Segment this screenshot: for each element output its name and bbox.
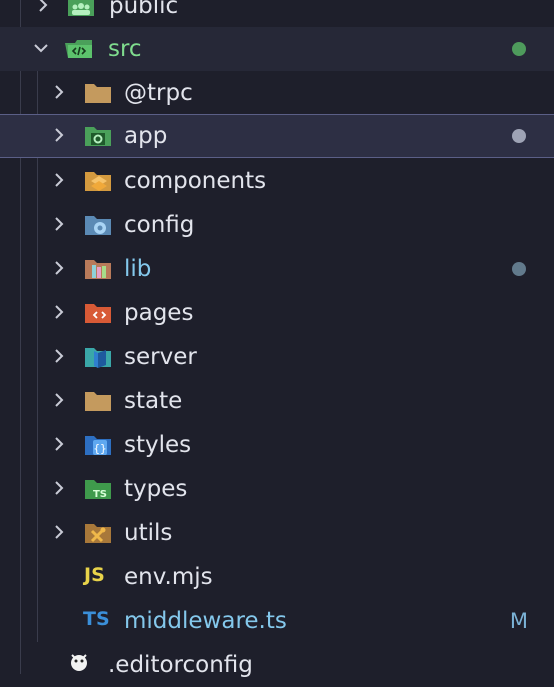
chevron-right-icon <box>55 437 64 451</box>
tree-folder-public[interactable]: public <box>0 0 554 28</box>
tree-label: utils <box>124 520 173 546</box>
folder-lib-icon <box>85 260 111 279</box>
folder-components-icon <box>85 172 111 191</box>
chevron-right-icon <box>55 217 64 231</box>
tree-label: pages <box>124 300 194 326</box>
chevron-right-icon <box>55 393 64 407</box>
chevron-right-icon <box>55 305 64 319</box>
tree-label: env.mjs <box>124 564 213 590</box>
tree-folder-app[interactable]: app <box>0 114 554 158</box>
tree-folder-trpc[interactable]: @trpc <box>0 71 554 115</box>
tree-folder-state[interactable]: state <box>0 379 554 423</box>
tree-file-editorconfig[interactable]: .editorconfig <box>0 643 554 687</box>
chevron-down-icon <box>34 44 48 53</box>
folder-icon <box>85 392 111 411</box>
tree-label: middleware.ts <box>124 608 287 634</box>
tree-folder-lib[interactable]: lib <box>0 247 554 291</box>
tree-folder-utils[interactable]: utils <box>0 511 554 555</box>
folder-icon <box>85 84 111 103</box>
svg-text:{}: {} <box>93 442 106 455</box>
chevron-right-icon <box>39 0 48 12</box>
git-modified-badge: M <box>509 609 528 633</box>
chevron-right-icon <box>55 128 64 142</box>
folder-config-icon <box>85 216 111 235</box>
typescript-file-icon: TS <box>83 608 110 630</box>
javascript-file-icon: JS <box>84 564 105 586</box>
git-status-dot <box>512 262 526 276</box>
chevron-right-icon <box>55 349 64 363</box>
tree-label: lib <box>124 256 152 282</box>
tree-label: app <box>124 123 168 149</box>
chevron-right-icon <box>55 481 64 495</box>
tree-folder-styles[interactable]: {} styles <box>0 423 554 467</box>
git-status-dot <box>512 42 526 56</box>
folder-utils-icon <box>85 524 111 543</box>
chevron-right-icon <box>55 525 64 539</box>
tree-label: .editorconfig <box>108 652 253 678</box>
folder-styles-icon: {} <box>85 436 111 455</box>
tree-folder-src[interactable]: src <box>0 27 554 71</box>
tree-label: server <box>124 344 197 370</box>
tree-label: styles <box>124 432 192 458</box>
tree-label: src <box>108 36 142 62</box>
folder-types-icon: TS <box>85 480 111 500</box>
tree-label: config <box>124 212 195 238</box>
folder-pages-icon <box>85 304 111 323</box>
tree-folder-types[interactable]: TS types <box>0 467 554 511</box>
folder-app-icon <box>85 127 111 146</box>
tree-folder-config[interactable]: config <box>0 203 554 247</box>
tree-file-middleware[interactable]: TS middleware.ts M <box>0 599 554 643</box>
folder-public-icon <box>68 0 94 16</box>
chevron-right-icon <box>55 261 64 275</box>
folder-src-icon <box>65 40 92 58</box>
tree-label: @trpc <box>124 80 193 106</box>
folder-server-icon <box>85 348 111 368</box>
tree-folder-pages[interactable]: pages <box>0 291 554 335</box>
tree-label: components <box>124 168 267 194</box>
tree-label: public <box>109 0 179 19</box>
tree-label: state <box>124 388 183 414</box>
git-status-dot <box>512 129 526 143</box>
svg-text:TS: TS <box>93 489 107 500</box>
tree-file-env[interactable]: JS env.mjs <box>0 555 554 599</box>
editorconfig-file-icon <box>71 654 87 671</box>
tree-label: types <box>124 476 188 502</box>
chevron-right-icon <box>55 85 64 99</box>
tree-folder-components[interactable]: components <box>0 159 554 203</box>
chevron-right-icon <box>55 173 64 187</box>
tree-folder-server[interactable]: server <box>0 335 554 379</box>
